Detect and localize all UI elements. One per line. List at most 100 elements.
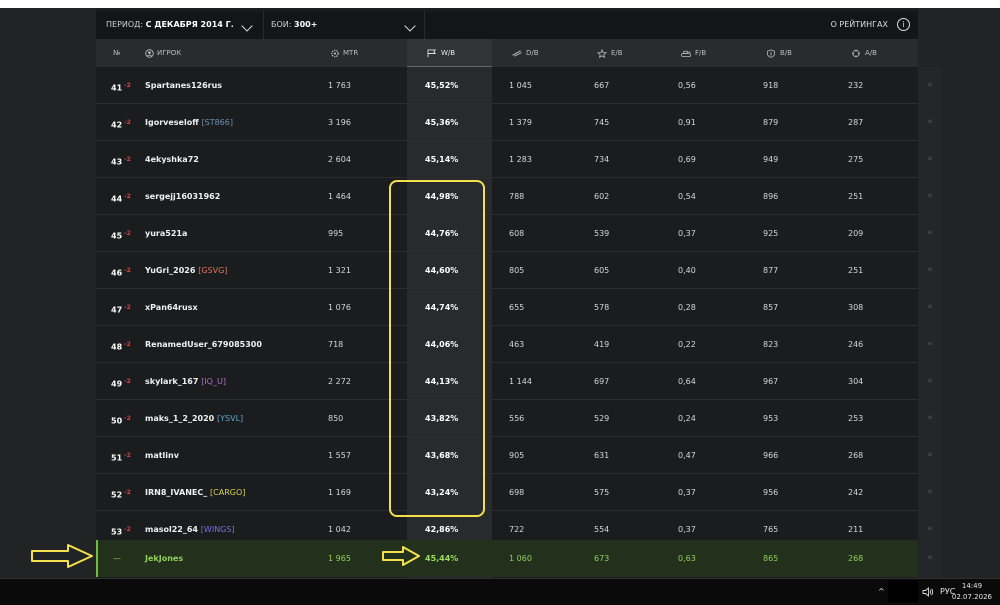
cell-mtr: 1 169 (328, 488, 351, 497)
about-ratings-link[interactable]: О РЕЙТИНГАХ (831, 11, 888, 39)
current-player-eb: 673 (594, 554, 610, 563)
table-row[interactable]: 43 -2 4ekyshka72 2 604 45,14% 1 283 734 0,69 94… (96, 141, 918, 178)
player-name-link[interactable]: matlinv (145, 437, 179, 474)
current-player-fb: 0,63 (678, 554, 696, 563)
cell-eb: 539 (594, 229, 610, 238)
expand-side-button[interactable]: « (919, 474, 941, 511)
row-rank: 44 -2 (111, 193, 131, 204)
cell-fb: 0,69 (678, 155, 696, 164)
clan-tag[interactable]: [CARGO] (210, 488, 245, 497)
table-row[interactable]: 45 -2 yura521a 995 44,76% 608 539 0,37 925 209 (96, 215, 918, 252)
cell-eb: 602 (594, 192, 610, 201)
row-rank: 52 -2 (111, 489, 131, 500)
current-player-row[interactable]: — JekJones 1 965 45,44% 1 060 673 0,63 8… (96, 540, 918, 577)
table-row[interactable]: 44 -2 sergejj16031962 1 464 44,98% 788 602 0,5… (96, 178, 918, 215)
table-row[interactable]: 52 -2 IRN8_IVANEC_ [CARGO] 1 169 43,24% 698 57… (96, 474, 918, 511)
rank-change-badge: -2 (124, 489, 131, 496)
table-row[interactable]: 51 -2 matlinv 1 557 43,68% 905 631 0,47 966 268 (96, 437, 918, 474)
player-name: maks_1_2_2020 (145, 414, 215, 423)
cell-ab: 251 (848, 266, 864, 275)
taskbar-blank-area (888, 580, 918, 602)
column-header-wb-label: W/B (441, 49, 456, 57)
info-icon[interactable]: i (897, 18, 910, 31)
player-name-link[interactable]: IRN8_IVANEC_ [CARGO] (145, 474, 245, 511)
table-row[interactable]: 41 -2 Spartanes126rus 1 763 45,52% 1 045 667 0… (96, 67, 918, 104)
player-name: yura521a (145, 229, 188, 238)
rank-change-badge: -2 (124, 341, 131, 348)
cell-db: 463 (509, 340, 525, 349)
player-name-link[interactable]: Spartanes126rus (145, 67, 222, 104)
taskbar-clock[interactable]: 14:49 02.07.2026 (952, 581, 992, 603)
column-header-wb[interactable]: W/B (427, 39, 455, 67)
clan-tag[interactable]: [IQ_U] (201, 377, 226, 386)
column-header-ab[interactable]: A/B (850, 39, 877, 67)
column-header-fb-label: F/B (695, 49, 707, 57)
cell-mtr: 850 (328, 414, 344, 423)
volume-icon[interactable] (922, 579, 934, 605)
player-name-link[interactable]: sergejj16031962 (145, 178, 220, 215)
cell-ab: 253 (848, 414, 864, 423)
crosshair-icon (851, 48, 861, 58)
expand-side-button[interactable]: « (919, 141, 941, 178)
player-name-link[interactable]: xPan64rusx (145, 289, 198, 326)
expand-side-button[interactable]: « (919, 326, 941, 363)
cell-fb: 0,47 (678, 451, 696, 460)
table-row[interactable]: 49 -2 skylark_167 [IQ_U] 2 272 44,13% 1 144 69… (96, 363, 918, 400)
cell-fb: 0,24 (678, 414, 696, 423)
annotation-highlight-box (389, 180, 485, 517)
player-name-link[interactable]: Igorveseloff [ST866] (145, 104, 233, 141)
table-row[interactable]: 48 -2 RenamedUser_679085300 718 44,06% 463 41… (96, 326, 918, 363)
column-header-fb[interactable]: F/B (680, 39, 706, 67)
player-name-link[interactable]: YuGri_2026 [GSVG] (145, 252, 227, 289)
table-row[interactable]: 47 -2 xPan64rusx 1 076 44,74% 655 578 0,28 857 3… (96, 289, 918, 326)
tray-up-arrow-icon[interactable]: ^ (878, 579, 885, 605)
expand-side-button[interactable]: « (919, 252, 941, 289)
player-name-link[interactable]: maks_1_2_2020 [YSVL] (145, 400, 243, 437)
clan-tag[interactable]: [ST866] (202, 118, 233, 127)
player-name-link[interactable]: skylark_167 [IQ_U] (145, 363, 226, 400)
period-value: С ДЕКАБРЯ 2014 Г. (145, 20, 234, 29)
column-header-eb[interactable]: E/B (596, 39, 623, 67)
cell-bb: 823 (763, 340, 779, 349)
rank-change-badge: -2 (124, 82, 131, 89)
player-name-link[interactable]: 4ekyshka72 (145, 141, 199, 178)
column-header-db[interactable]: D/B (511, 39, 539, 67)
period-filter[interactable]: ПЕРИОД: С ДЕКАБРЯ 2014 Г. (106, 11, 234, 39)
chevron-down-icon[interactable] (404, 20, 416, 32)
expand-side-button[interactable]: « (919, 178, 941, 215)
column-header-bb[interactable]: B/B (765, 39, 792, 67)
current-player-name[interactable]: JekJones (145, 540, 183, 577)
clan-tag[interactable]: [WINGS] (201, 525, 235, 534)
cell-ab: 308 (848, 303, 864, 312)
clan-tag[interactable]: [GSVG] (198, 266, 227, 275)
expand-side-button[interactable]: « (919, 400, 941, 437)
table-row[interactable]: 50 -2 maks_1_2_2020 [YSVL] 850 43,82% 556 529 0… (96, 400, 918, 437)
window-top-edge (0, 0, 1000, 8)
rank-change-badge: -2 (124, 452, 131, 459)
cell-bb: 877 (763, 266, 779, 275)
battles-filter[interactable]: БОИ: 300+ (271, 11, 317, 39)
expand-side-button[interactable]: « (919, 215, 941, 252)
player-name-link[interactable]: RenamedUser_679085300 (145, 326, 262, 363)
table-row[interactable]: 46 -2 YuGri_2026 [GSVG] 1 321 44,60% 805 605 0,… (96, 252, 918, 289)
expand-side-button[interactable]: « (919, 511, 941, 548)
rank-change-badge: -2 (124, 119, 131, 126)
cell-fb: 0,56 (678, 81, 696, 90)
cell-fb: 0,37 (678, 229, 696, 238)
player-name: skylark_167 (145, 377, 199, 386)
table-row[interactable]: 42 -2 Igorveseloff [ST866] 3 196 45,36% 1 379… (96, 104, 918, 141)
clan-tag[interactable]: [YSVL] (217, 414, 243, 423)
player-name-link[interactable]: yura521a (145, 215, 187, 252)
cell-bb: 949 (763, 155, 779, 164)
clock-date: 02.07.2026 (951, 593, 992, 601)
player-name: IRN8_IVANEC_ (145, 488, 208, 497)
cell-wb: 45,36% (425, 118, 459, 127)
expand-side-button[interactable]: « (919, 437, 941, 474)
expand-side-button[interactable]: « (919, 104, 941, 141)
expand-side-button[interactable]: « (919, 289, 941, 326)
cell-fb: 0,91 (678, 118, 696, 127)
chevron-down-icon[interactable] (241, 20, 253, 32)
expand-side-button[interactable]: « (919, 363, 941, 400)
cell-mtr: 2 272 (328, 377, 351, 386)
expand-side-button[interactable]: « (919, 67, 941, 104)
